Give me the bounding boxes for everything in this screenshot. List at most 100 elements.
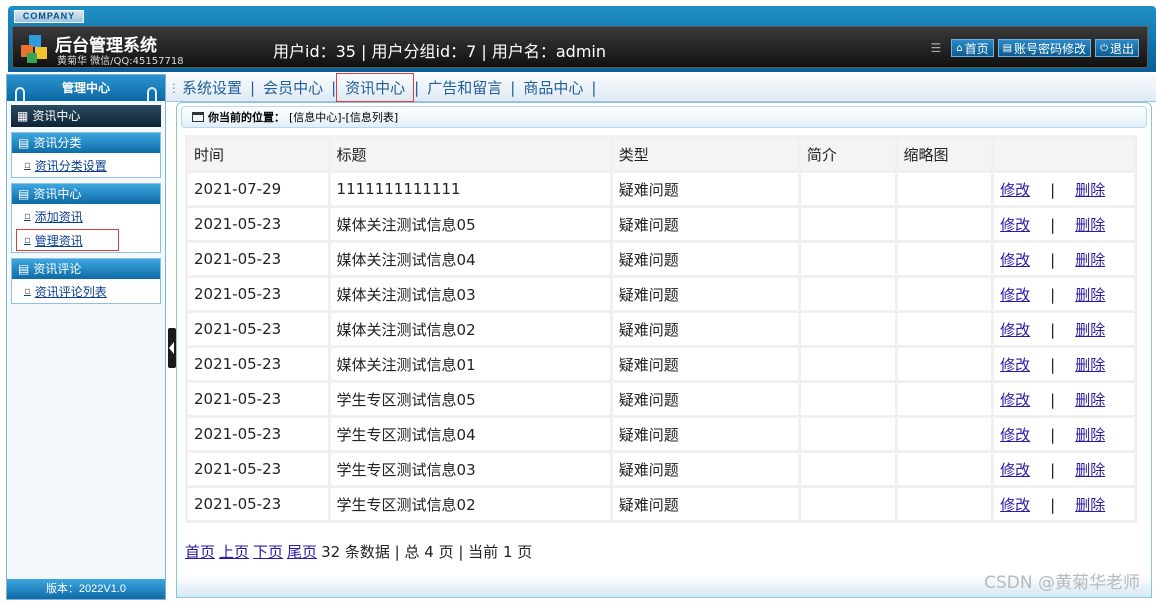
cell-time: 2021-05-23 — [188, 278, 328, 310]
home-button[interactable]: ⌂ 首页 — [951, 39, 994, 57]
column-header-type: 类型 — [612, 138, 798, 170]
delete-link[interactable]: 删除 — [1075, 181, 1105, 199]
sidebar-group-title: 资讯评论 — [33, 262, 82, 276]
table-row: 2021-05-23 媒体关注测试信息04 疑难问题 修改 | 删除 — [188, 243, 1134, 275]
table-row: 2021-05-23 媒体关注测试信息03 疑难问题 修改 | 删除 — [188, 278, 1134, 310]
table-row: 2021-05-23 媒体关注测试信息01 疑难问题 修改 | 删除 — [188, 348, 1134, 380]
hook-icon — [15, 87, 25, 103]
action-separator: | — [1050, 390, 1056, 409]
cell-intro — [800, 278, 895, 310]
edit-link[interactable]: 修改 — [1000, 181, 1030, 199]
cell-thumbnail — [897, 173, 992, 205]
cell-time: 2021-05-23 — [188, 348, 328, 380]
user-info: 用户id：35 | 用户分组id：7 | 用户名：admin — [273, 42, 607, 61]
column-header-actions — [994, 138, 1134, 170]
table-row: 2021-05-23 媒体关注测试信息05 疑难问题 修改 | 删除 — [188, 208, 1134, 240]
nav-item-products[interactable]: 商品中心 — [515, 77, 591, 98]
delete-link[interactable]: 删除 — [1075, 216, 1105, 234]
cell-actions: 修改 | 删除 — [994, 488, 1134, 520]
watermark: CSDN @黄菊华老师 — [984, 573, 1140, 593]
column-header-intro: 简介 — [800, 138, 895, 170]
delete-link[interactable]: 删除 — [1075, 356, 1105, 374]
prev-page-link[interactable]: 上页 — [219, 541, 249, 562]
sidebar-header: 管理中心 — [7, 75, 165, 103]
edit-link[interactable]: 修改 — [1000, 216, 1030, 234]
sidebar-group-header[interactable]: ▤ 资讯中心 — [12, 184, 160, 204]
action-separator: | — [1050, 250, 1056, 269]
cell-title: 学生专区测试信息02 — [330, 488, 610, 520]
grid-icon: ▦ — [17, 109, 29, 123]
delete-link[interactable]: 删除 — [1075, 286, 1105, 304]
cell-actions: 修改 | 删除 — [994, 313, 1134, 345]
column-header-thumbnail: 缩略图 — [897, 138, 992, 170]
delete-link[interactable]: 删除 — [1075, 461, 1105, 479]
delete-link[interactable]: 删除 — [1075, 251, 1105, 269]
folder-icon: ▤ — [18, 136, 30, 150]
nav-item-ads[interactable]: 广告和留言 — [419, 77, 510, 98]
news-table: 时间 标题 类型 简介 缩略图 2021-07-29 1111111111111 疑… — [185, 135, 1137, 523]
first-page-link[interactable]: 首页 — [185, 541, 215, 562]
delete-link[interactable]: 删除 — [1075, 426, 1105, 444]
cell-title: 学生专区测试信息05 — [330, 383, 610, 415]
cell-thumbnail — [897, 243, 992, 275]
cell-time: 2021-05-23 — [188, 488, 328, 520]
version-label: 版本：2022V1.0 — [7, 579, 165, 599]
edit-link[interactable]: 修改 — [1000, 391, 1030, 409]
sidebar-collapse-handle[interactable] — [168, 328, 176, 368]
delete-link[interactable]: 删除 — [1075, 391, 1105, 409]
action-separator: | — [1050, 215, 1056, 234]
breadcrumb: 你当前的位置： [信息中心]-[信息列表] — [181, 106, 1147, 128]
delete-link[interactable]: 删除 — [1075, 496, 1105, 514]
top-nav: ⋮ 系统设置 | 会员中心 | 资讯中心 | 广告和留言 | 商品中心 | — [166, 73, 1156, 102]
hook-icon — [147, 87, 157, 103]
edit-link[interactable]: 修改 — [1000, 251, 1030, 269]
nav-item-news[interactable]: 资讯中心 — [336, 73, 415, 102]
edit-link[interactable]: 修改 — [1000, 461, 1030, 479]
nav-item-system-settings[interactable]: 系统设置 — [182, 77, 250, 98]
cell-actions: 修改 | 删除 — [994, 418, 1134, 450]
cell-time: 2021-07-29 — [188, 173, 328, 205]
breadcrumb-path: [信息中心]-[信息列表] — [289, 111, 399, 124]
sidebar-group-header[interactable]: ▤ 资讯评论 — [12, 259, 160, 279]
edit-link[interactable]: 修改 — [1000, 426, 1030, 444]
document-icon: ▫ — [24, 234, 31, 246]
action-separator: | — [1050, 180, 1056, 199]
system-subtitle: 黄菊华 微信/QQ:45157718 — [57, 56, 184, 67]
sidebar-active-section[interactable]: ▦ 资讯中心 — [11, 105, 161, 127]
cell-intro — [800, 488, 895, 520]
sidebar-group-comments: ▤ 资讯评论 ▫ 资讯评论列表 — [11, 258, 161, 304]
pagination-info: 32 条数据 | 总 4 页 | 当前 1 页 — [321, 543, 533, 561]
table-header-row: 时间 标题 类型 简介 缩略图 — [188, 138, 1134, 170]
cell-actions: 修改 | 删除 — [994, 348, 1134, 380]
sidebar-item-manage-news[interactable]: ▫ 管理资讯 — [15, 228, 120, 252]
cell-intro — [800, 173, 895, 205]
sidebar-item-label: 添加资讯 — [34, 209, 83, 224]
nav-item-members[interactable]: 会员中心 — [255, 77, 331, 98]
delete-link[interactable]: 删除 — [1075, 321, 1105, 339]
edit-link[interactable]: 修改 — [1000, 286, 1030, 304]
action-separator: | — [1050, 320, 1056, 339]
column-header-time: 时间 — [188, 138, 328, 170]
cell-actions: 修改 | 删除 — [994, 243, 1134, 275]
cell-type: 疑难问题 — [612, 348, 798, 380]
cell-type: 疑难问题 — [612, 173, 798, 205]
sidebar-item-category-settings[interactable]: ▫ 资讯分类设置 — [12, 153, 160, 177]
change-password-button[interactable]: ▤ 账号密码修改 — [997, 39, 1092, 57]
cell-title: 学生专区测试信息04 — [330, 418, 610, 450]
sidebar-item-add-news[interactable]: ▫ 添加资讯 — [12, 204, 160, 228]
logout-button[interactable]: ⏻ 退出 — [1095, 39, 1139, 57]
edit-link[interactable]: 修改 — [1000, 496, 1030, 514]
cell-actions: 修改 | 删除 — [994, 278, 1134, 310]
next-page-link[interactable]: 下页 — [253, 541, 283, 562]
cell-title: 媒体关注测试信息03 — [330, 278, 610, 310]
sidebar-active-label: 资讯中心 — [32, 109, 81, 123]
sidebar-item-comment-list[interactable]: ▫ 资讯评论列表 — [12, 279, 160, 303]
cell-intro — [800, 348, 895, 380]
cell-intro — [800, 383, 895, 415]
last-page-link[interactable]: 尾页 — [287, 541, 317, 562]
sidebar-group-header[interactable]: ▤ 资讯分类 — [12, 133, 160, 153]
edit-link[interactable]: 修改 — [1000, 321, 1030, 339]
edit-link[interactable]: 修改 — [1000, 356, 1030, 374]
cell-actions: 修改 | 删除 — [994, 383, 1134, 415]
logout-label: 退出 — [1109, 41, 1134, 56]
